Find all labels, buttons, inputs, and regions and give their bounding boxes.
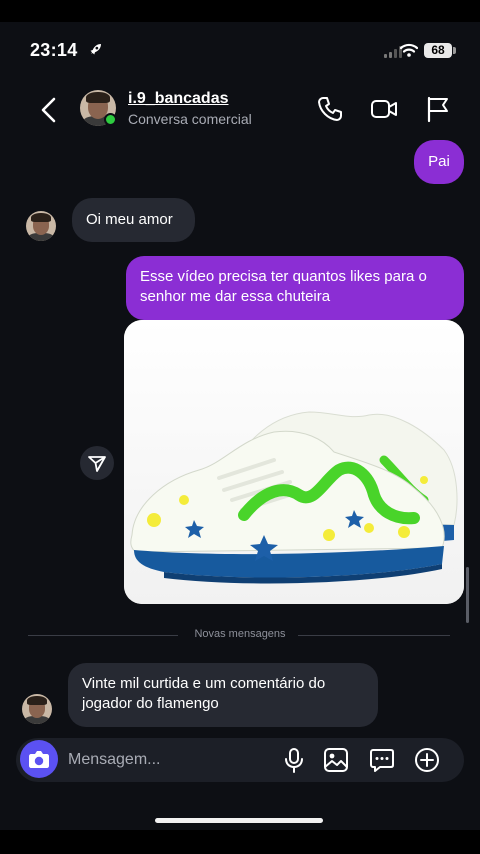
battery-indicator: 68 <box>424 43 452 58</box>
camera-icon <box>29 751 49 768</box>
message-bubble-sent[interactable]: Esse vídeo precisa ter quantos likes par… <box>126 256 464 320</box>
phone-icon[interactable] <box>316 95 344 123</box>
plus-icon[interactable] <box>413 746 441 774</box>
microphone-icon[interactable] <box>280 746 308 774</box>
online-status-dot <box>104 113 117 126</box>
share-button[interactable] <box>80 446 114 480</box>
shoe-illustration <box>124 320 464 604</box>
status-time: 23:14 <box>30 40 78 60</box>
home-indicator[interactable] <box>155 818 323 823</box>
battery-tip <box>453 47 456 54</box>
message-bubble-received[interactable]: Vinte mil curtida e um comentário do jog… <box>68 663 378 727</box>
sticker-icon[interactable] <box>368 746 396 774</box>
scrollbar[interactable] <box>466 567 469 623</box>
back-arrow-icon[interactable] <box>38 96 60 124</box>
divider-line-right <box>298 635 450 636</box>
contact-username[interactable]: i.9_bancadas <box>128 90 229 108</box>
flag-icon[interactable] <box>424 95 452 123</box>
divider-line-left <box>28 635 178 636</box>
message-input[interactable] <box>68 749 268 771</box>
chat-header: i.9_bancadas Conversa comercial <box>0 82 480 140</box>
message-bubble-sent[interactable]: Pai <box>414 140 464 184</box>
status-bar: 23:14 68 <box>0 22 480 78</box>
conversation-type-label: Conversa comercial <box>128 111 252 127</box>
shared-shoe-image[interactable] <box>124 320 464 604</box>
wifi-icon <box>400 43 418 57</box>
sender-avatar[interactable] <box>26 211 56 241</box>
camera-button[interactable] <box>20 740 58 778</box>
sender-avatar[interactable] <box>22 694 52 724</box>
message-bubble-received[interactable]: Oi meu amor <box>72 198 195 242</box>
video-camera-icon[interactable] <box>370 95 398 123</box>
rocket-icon <box>90 44 101 55</box>
send-icon <box>88 456 106 472</box>
gallery-icon[interactable] <box>322 746 350 774</box>
new-messages-divider: Novas mensagens <box>194 628 286 640</box>
chat-screen: 23:14 68 i.9_bancadas Conversa comercial <box>0 22 480 830</box>
